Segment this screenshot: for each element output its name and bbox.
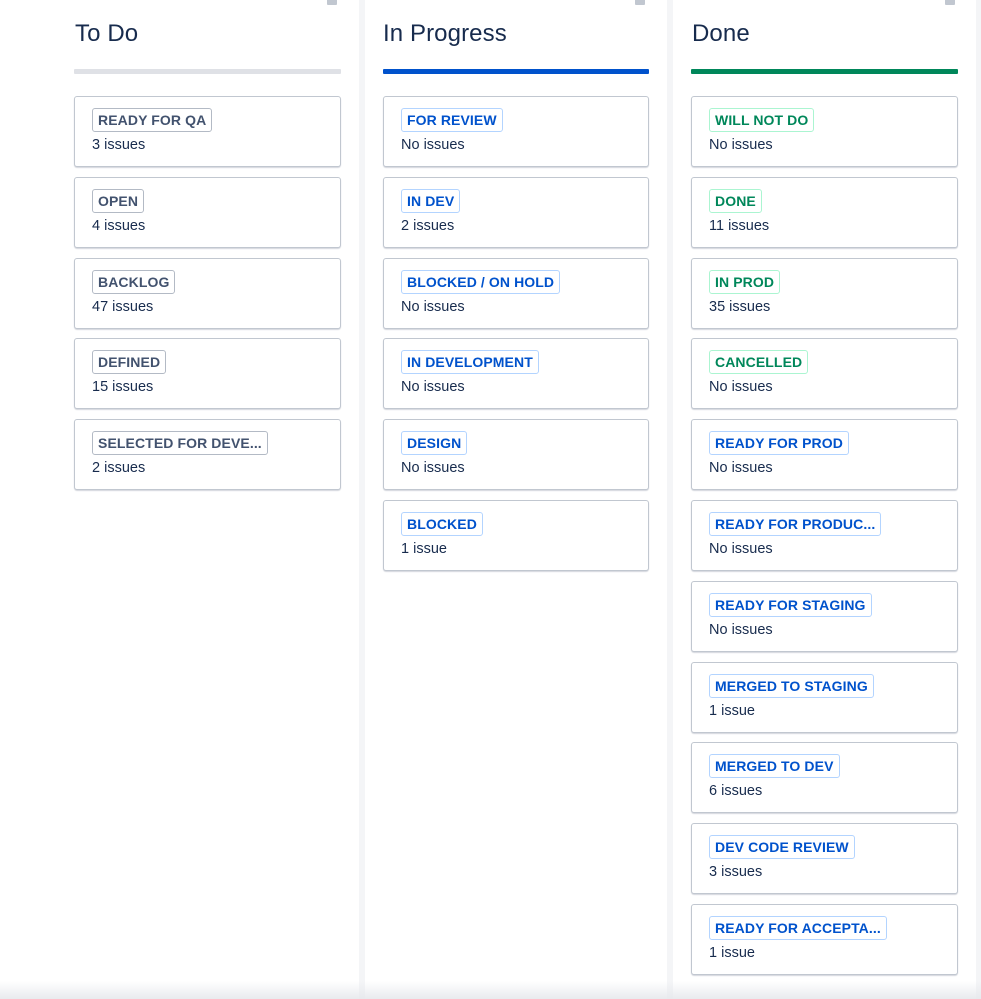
status-lozenge: READY FOR QA xyxy=(92,108,213,132)
status-lozenge: CANCELLED xyxy=(709,350,809,375)
status-lozenge: FOR REVIEW xyxy=(401,108,503,132)
issue-count: No issues xyxy=(401,460,465,477)
status-lozenge: IN PROD xyxy=(709,269,781,294)
column-title: To Do xyxy=(75,20,139,47)
issue-count: No issues xyxy=(401,298,465,315)
status-card[interactable]: BLOCKED 1 issue xyxy=(383,499,649,571)
column-category-bar xyxy=(383,69,649,74)
status-lozenge: READY FOR PRODUC... xyxy=(709,511,882,536)
trash-icon[interactable] xyxy=(635,0,645,5)
status-card[interactable]: DONE 11 issues xyxy=(691,176,958,248)
trash-icon[interactable] xyxy=(327,0,337,5)
issue-count: 3 issues xyxy=(709,864,763,881)
issue-count: 1 issue xyxy=(709,944,755,961)
status-lozenge: BACKLOG xyxy=(92,269,176,294)
issue-count: 11 issues xyxy=(709,217,770,234)
status-card[interactable]: CANCELLED No issues xyxy=(691,338,958,410)
status-lozenge: BLOCKED xyxy=(401,511,483,536)
status-list: FOR REVIEW No issues IN DEV 2 issues BLO… xyxy=(383,96,649,581)
status-lozenge: BLOCKED / ON HOLD xyxy=(401,269,561,294)
workflow-board: To Do READY FOR QA 3 issues OPEN 4 issue… xyxy=(0,0,981,999)
status-card[interactable]: BACKLOG 47 issues xyxy=(74,257,341,329)
issue-count: 4 issues xyxy=(92,217,146,234)
status-lozenge: READY FOR STAGING xyxy=(709,592,872,617)
status-lozenge: SELECTED FOR DEVE... xyxy=(92,431,268,456)
status-lozenge: MERGED TO STAGING xyxy=(709,673,874,698)
status-card[interactable]: MERGED TO DEV 6 issues xyxy=(691,742,958,814)
status-card[interactable]: READY FOR STAGING No issues xyxy=(691,580,958,652)
column-in-progress: In Progress FOR REVIEW No issues IN DEV … xyxy=(365,0,667,999)
issue-count: No issues xyxy=(709,460,773,477)
status-card[interactable]: OPEN 4 issues xyxy=(74,176,341,248)
status-card[interactable]: WILL NOT DO No issues xyxy=(691,96,958,167)
issue-count: No issues xyxy=(709,379,773,396)
trash-icon[interactable] xyxy=(945,0,955,5)
status-lozenge: MERGED TO DEV xyxy=(709,754,840,779)
issue-count: 1 issue xyxy=(401,540,447,557)
status-lozenge: READY FOR PROD xyxy=(709,431,849,456)
status-card[interactable]: READY FOR PROD No issues xyxy=(691,419,958,491)
status-card[interactable]: DESIGN No issues xyxy=(383,419,649,491)
status-lozenge: IN DEVELOPMENT xyxy=(401,350,539,375)
column-to-do: To Do READY FOR QA 3 issues OPEN 4 issue… xyxy=(0,0,359,999)
status-lozenge: DONE xyxy=(709,188,762,213)
status-list: WILL NOT DO No issues DONE 11 issues IN … xyxy=(691,96,958,985)
issue-count: 1 issue xyxy=(709,702,755,719)
status-lozenge: IN DEV xyxy=(401,188,461,213)
status-card[interactable]: BLOCKED / ON HOLD No issues xyxy=(383,257,649,329)
status-card[interactable]: IN PROD 35 issues xyxy=(691,257,958,329)
status-lozenge: DEFINED xyxy=(92,350,167,375)
status-card[interactable]: READY FOR QA 3 issues xyxy=(74,96,341,167)
column-title: In Progress xyxy=(383,20,507,47)
issue-count: No issues xyxy=(401,137,465,153)
status-card[interactable]: IN DEVELOPMENT No issues xyxy=(383,338,649,410)
status-card[interactable]: FOR REVIEW No issues xyxy=(383,96,649,167)
status-card[interactable]: READY FOR ACCEPTA... 1 issue xyxy=(691,903,958,975)
issue-count: 2 issues xyxy=(401,217,455,234)
status-lozenge: DESIGN xyxy=(401,431,468,456)
issue-count: 15 issues xyxy=(92,379,154,396)
status-card[interactable]: IN DEV 2 issues xyxy=(383,176,649,248)
column-title: Done xyxy=(692,20,750,47)
issue-count: 6 issues xyxy=(709,783,763,800)
status-lozenge: OPEN xyxy=(92,188,145,213)
status-card[interactable]: SELECTED FOR DEVE... 2 issues xyxy=(74,419,341,491)
issue-count: 3 issues xyxy=(92,137,146,153)
issue-count: No issues xyxy=(401,379,465,396)
status-card[interactable]: MERGED TO STAGING 1 issue xyxy=(691,661,958,733)
issue-count: No issues xyxy=(709,540,773,557)
status-card[interactable]: READY FOR PRODUC... No issues xyxy=(691,499,958,571)
issue-count: No issues xyxy=(709,621,773,638)
issue-count: 2 issues xyxy=(92,460,146,477)
status-lozenge: DEV CODE REVIEW xyxy=(709,835,855,860)
status-lozenge: WILL NOT DO xyxy=(709,108,815,132)
issue-count: No issues xyxy=(709,137,773,153)
column-done: Done WILL NOT DO No issues DONE 11 issue… xyxy=(673,0,976,999)
status-card[interactable]: DEFINED 15 issues xyxy=(74,338,341,410)
status-card[interactable]: DEV CODE REVIEW 3 issues xyxy=(691,823,958,895)
column-category-bar xyxy=(74,69,341,74)
issue-count: 35 issues xyxy=(709,298,771,315)
status-lozenge: READY FOR ACCEPTA... xyxy=(709,915,887,940)
column-category-bar xyxy=(691,69,958,74)
issue-count: 47 issues xyxy=(92,298,154,315)
status-list: READY FOR QA 3 issues OPEN 4 issues BACK… xyxy=(74,96,341,500)
